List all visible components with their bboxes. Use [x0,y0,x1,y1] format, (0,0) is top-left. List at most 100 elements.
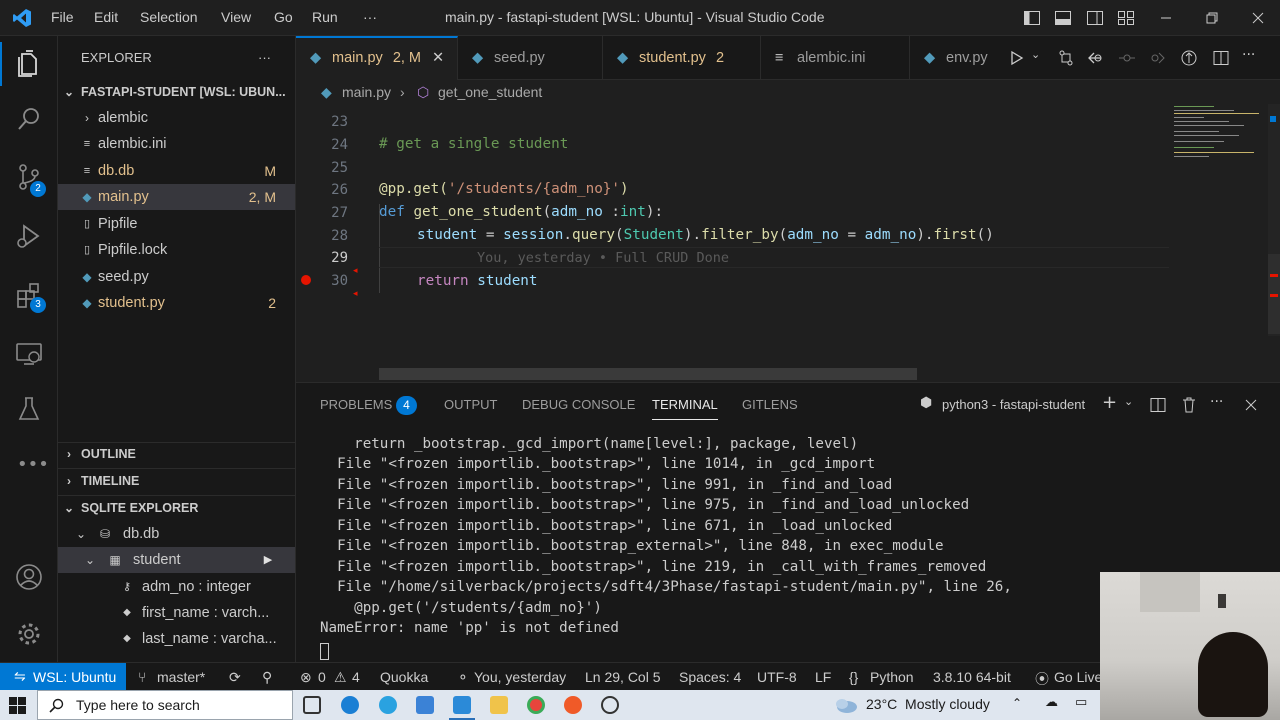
panel-tab-terminal[interactable]: TERMINAL [652,397,718,420]
horizontal-scrollbar[interactable] [379,368,917,380]
encoding[interactable]: UTF-8 [757,669,797,685]
compare-changes-icon[interactable] [1057,49,1075,67]
task-view-icon[interactable] [303,696,321,714]
panel-tab-debug-console[interactable]: DEBUG CONSOLE [522,397,635,412]
kill-terminal-trash-icon[interactable] [1180,396,1198,414]
timeline-section[interactable]: › TIMELINE [58,468,295,494]
indentation[interactable]: Spaces: 4 [679,669,741,685]
remote-explorer-icon[interactable] [14,339,44,369]
restore-icon[interactable] [1203,9,1221,27]
cloudy-weather-icon[interactable] [832,695,858,715]
sqlite-column-item[interactable]: ◆ first_name : varch... [58,600,295,626]
tab-env-py[interactable]: ◆ env.py [910,36,1010,80]
search-icon[interactable] [14,104,44,134]
explorer-icon[interactable] [14,49,44,79]
battery-icon[interactable]: ▭ [1075,695,1087,710]
minimap[interactable] [1171,104,1266,164]
git-blame-status[interactable]: You, yesterday [474,669,566,685]
quokka-status[interactable]: Quokka [380,669,428,685]
warning-count[interactable]: 4 [352,669,360,685]
menu-view[interactable]: View [221,9,251,25]
tree-item-pipfile-lock[interactable]: ▯ Pipfile.lock [58,237,295,263]
tree-item-main-py[interactable]: ◆ main.py 2, M [58,184,295,210]
minimize-icon[interactable] [1157,9,1175,27]
panel-more-actions-icon[interactable]: ··· [1210,394,1223,410]
customize-layout-icon[interactable] [1117,9,1135,27]
tree-item-alembic-ini[interactable]: ≡ alembic.ini [58,131,295,157]
outline-section[interactable]: › OUTLINE [58,441,295,467]
tray-chevron-up-icon[interactable]: ⌃ [1012,696,1022,710]
close-tab-icon[interactable]: ✕ [432,38,444,78]
run-file-icon[interactable] [1008,49,1026,67]
menu-selection[interactable]: Selection [140,9,198,25]
menu-more[interactable]: ··· [363,9,377,25]
breakpoint-icon[interactable] [301,275,311,285]
split-editor-icon[interactable] [1212,49,1230,67]
explorer-more-icon[interactable]: ··· [258,45,271,71]
terminal-shell-name[interactable]: python3 - fastapi-student [942,397,1085,412]
sqlite-column-item[interactable]: ⚷ adm_no : integer [58,574,295,600]
breadcrumb-file[interactable]: main.py [342,80,391,104]
end-of-line[interactable]: LF [815,669,831,685]
postman-icon[interactable] [564,696,582,714]
toggle-secondary-sidebar-icon[interactable] [1086,9,1104,27]
menu-go[interactable]: Go [274,9,293,25]
more-views-icon[interactable]: ••• [17,454,49,475]
tree-item-db-db[interactable]: ≡ db.db M [58,158,295,184]
breadcrumb-symbol[interactable]: get_one_student [438,80,542,104]
sqlite-explorer-section[interactable]: ⌄ SQLITE EXPLORER [58,495,295,521]
tab-seed-py[interactable]: ◆ seed.py [458,36,603,80]
python-interpreter[interactable]: 3.8.10 64-bit [933,669,1011,685]
run-dropdown-chevron-icon[interactable]: ⌄ [1031,48,1040,61]
toggle-sidebar-icon[interactable] [1023,9,1041,27]
go-live[interactable]: Go Live [1054,669,1102,685]
new-terminal-plus-icon[interactable]: + [1102,392,1117,413]
chrome-icon[interactable] [527,696,545,714]
taskbar-search-box[interactable]: Type here to search [37,690,293,720]
tree-item-pipfile[interactable]: ▯ Pipfile [58,211,295,237]
close-window-icon[interactable] [1249,9,1267,27]
code-editor[interactable]: 23 24 25 26 27 28 29 30 ◂ ◂ # get a sing… [296,104,1280,382]
tree-item-alembic[interactable]: › alembic [58,105,295,131]
onedrive-icon[interactable]: ☁ [1045,695,1058,710]
split-terminal-icon[interactable] [1149,396,1167,414]
manage-gear-icon[interactable] [14,619,44,649]
git-graph-icon[interactable]: ⚲ [262,669,272,686]
vscode-taskbar-icon[interactable] [453,696,471,714]
tree-item-seed-py[interactable]: ◆ seed.py [58,264,295,290]
gitlens-inspect-icon[interactable] [1180,49,1198,67]
remote-indicator[interactable]: ⇋ WSL: Ubuntu [0,663,126,691]
sync-icon[interactable]: ⟳ [229,669,241,686]
run-debug-icon[interactable] [14,221,44,251]
run-query-icon[interactable]: ▶ [261,547,275,573]
tree-item-student-py[interactable]: ◆ student.py 2 [58,290,295,316]
close-panel-icon[interactable] [1242,396,1260,414]
app-icon[interactable] [379,696,397,714]
go-forward-icon[interactable] [1148,49,1166,67]
menu-file[interactable]: File [51,9,74,25]
panel-tab-gitlens[interactable]: GITLENS [742,397,798,412]
accounts-icon[interactable] [14,562,44,592]
file-explorer-icon[interactable] [490,696,508,714]
vscode-logo-icon[interactable] [12,8,32,28]
language-mode[interactable]: Python [870,669,914,685]
panel-tab-problems[interactable]: PROBLEMS [320,397,392,412]
menu-run[interactable]: Run [312,9,338,25]
terminal-dropdown-chevron-icon[interactable]: ⌄ [1124,395,1133,408]
git-branch[interactable]: master* [157,669,205,685]
commit-icon[interactable] [1118,49,1136,67]
app-icon[interactable] [601,696,619,714]
tab-main-py[interactable]: ◆ main.py 2, M ✕ [296,36,458,80]
toggle-panel-icon[interactable] [1054,9,1072,27]
menu-edit[interactable]: Edit [94,9,118,25]
panel-tab-output[interactable]: OUTPUT [444,397,497,412]
sqlite-table-item[interactable]: ⌄ ▦ student ▶ [58,547,295,573]
tab-alembic-ini[interactable]: ≡ alembic.ini [761,36,910,80]
go-back-icon[interactable] [1087,49,1105,67]
editor-scrollbar[interactable] [1268,104,1280,336]
mail-icon[interactable] [416,696,434,714]
workspace-root[interactable]: ⌄ FASTAPI-STUDENT [WSL: UBUN... [58,79,295,105]
editor-more-actions-icon[interactable]: ··· [1242,47,1255,63]
sqlite-db-item[interactable]: ⌄ ⛁ db.db [58,521,295,547]
windows-start-icon[interactable] [9,697,26,714]
